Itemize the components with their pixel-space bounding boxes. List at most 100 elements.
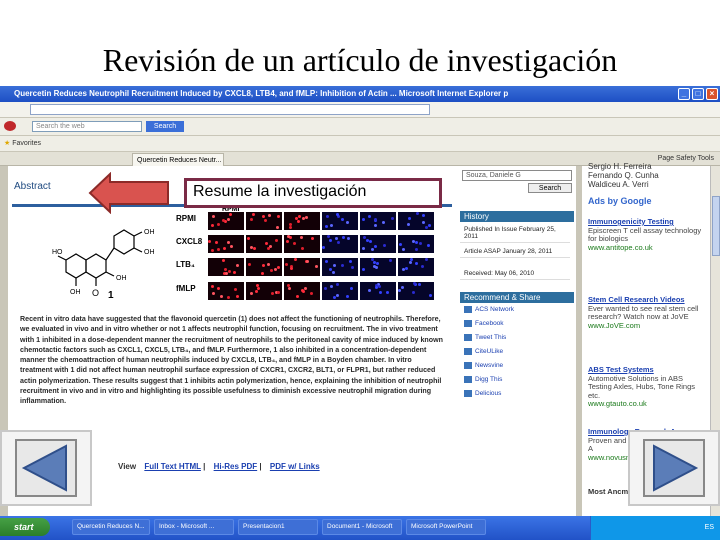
tab-article[interactable]: Quercetin Reduces Neutr... — [132, 153, 224, 166]
web-search-input[interactable]: Search the web — [31, 120, 142, 132]
micrograph — [360, 258, 396, 276]
ad-item[interactable]: Immunogenicity Testing Episcreen T cell … — [588, 217, 708, 252]
cell-dot — [398, 243, 402, 247]
minimize-icon[interactable]: _ — [678, 88, 690, 100]
cell-dot — [216, 248, 220, 252]
history-item: Article ASAP January 28, 2011 — [460, 246, 570, 258]
cell-dot — [260, 271, 264, 275]
share-link-label: Tweet This — [475, 334, 507, 342]
ad-item[interactable]: Stem Cell Research Videos Ever wanted to… — [588, 295, 708, 330]
share-link-label: Delicious — [475, 390, 502, 398]
author-name[interactable]: Fernando Q. Cunha — [588, 171, 708, 180]
pdf-links-link[interactable]: PDF w/ Links — [270, 462, 320, 471]
ad-url: www.JoVE.com — [588, 320, 641, 330]
cell-dot — [263, 218, 267, 222]
cell-dot — [382, 243, 386, 247]
search-toolbar: Search the web Search — [0, 118, 720, 136]
previous-slide-button[interactable] — [0, 430, 92, 506]
cell-dot — [223, 267, 227, 271]
cell-dot — [341, 217, 345, 221]
cell-dot — [367, 289, 371, 293]
cell-dot — [346, 221, 350, 225]
cell-dot — [246, 237, 250, 241]
taskbar-item[interactable]: Document1 - Microsoft — [322, 519, 402, 535]
taskbar-item[interactable]: Presentacion1 — [238, 519, 318, 535]
cell-dot — [249, 218, 253, 222]
cell-dot — [419, 241, 423, 245]
share-link-newsvine[interactable]: Newsvine — [464, 362, 503, 370]
share-link-citeulike[interactable]: CiteULike — [464, 348, 503, 356]
cell-dot — [346, 294, 350, 298]
close-icon[interactable]: × — [706, 88, 718, 100]
ad-body: Episcreen T cell assay technology for bi… — [588, 225, 702, 243]
share-link-digg[interactable]: Digg This — [464, 376, 502, 384]
cell-dot — [374, 265, 378, 269]
hi-res-pdf-link[interactable]: Hi-Res PDF — [214, 462, 258, 471]
micrograph — [322, 235, 358, 253]
favorites-bar: ★ Favorites — [0, 136, 720, 152]
history-heading: History — [460, 211, 574, 222]
micrograph — [360, 212, 396, 230]
cell-dot — [412, 282, 416, 286]
previous-triangle-icon — [15, 439, 77, 497]
share-link-facebook[interactable]: Facebook — [464, 320, 504, 328]
cell-dot — [361, 217, 365, 221]
author-list: Sergio H. Ferreira Fernando Q. Cunha Wal… — [588, 162, 708, 189]
web-search-button[interactable]: Search — [145, 120, 185, 132]
full-text-html-link[interactable]: Full Text HTML — [144, 462, 201, 471]
share-link-twitter[interactable]: Tweet This — [464, 334, 506, 342]
history-item: Published In Issue February 25, 2011 — [460, 224, 570, 243]
abstract-figure: O OH OH HO OH OH 1 RPMI RPMI CXCL8 LTB₄ … — [22, 206, 450, 308]
cell-dot — [229, 213, 233, 217]
cell-dot — [333, 263, 336, 267]
start-button[interactable]: start — [0, 518, 50, 536]
micrograph — [398, 258, 434, 276]
cell-dot — [233, 287, 237, 291]
ad-item[interactable]: ABS Test Systems Automotive Solutions in… — [588, 365, 708, 409]
taskbar-item[interactable]: Quercetin Reduces N... — [72, 519, 150, 535]
share-link-acs[interactable]: ACS Network — [464, 306, 514, 314]
author-search-input[interactable]: Souza, Daniele G — [462, 170, 572, 181]
cell-dot — [262, 264, 266, 268]
cell-dot — [274, 238, 278, 242]
cell-dot — [264, 241, 268, 245]
cell-dot — [298, 215, 302, 219]
next-slide-button[interactable] — [628, 430, 720, 506]
cell-dot — [210, 284, 214, 288]
taskbar-item[interactable]: Microsoft PowerPoint — [406, 519, 486, 535]
cell-dot — [287, 287, 291, 291]
taskbar-item[interactable]: Inbox - Microsoft ... — [154, 519, 234, 535]
author-search-button[interactable]: Search — [528, 183, 572, 193]
address-field[interactable] — [30, 103, 430, 115]
delicious-icon — [464, 390, 472, 397]
cell-dot — [411, 291, 415, 295]
ad-body: Automotive Solutions in ABS Testing Axle… — [588, 373, 696, 400]
cell-dot — [368, 215, 372, 219]
cell-dot — [288, 222, 292, 226]
author-name[interactable]: Waldiceu A. Verri — [588, 180, 708, 189]
cell-dot — [305, 215, 309, 219]
micrograph — [246, 212, 282, 230]
left-arrow-icon — [88, 172, 169, 214]
favorites-button[interactable]: Favorites — [12, 140, 41, 147]
maximize-icon[interactable]: □ — [692, 88, 704, 100]
share-link-label: ACS Network — [475, 306, 515, 314]
row-label: fMLP — [176, 284, 196, 293]
ads-by-label: Ads by Google — [588, 196, 652, 206]
micrograph-row — [208, 282, 434, 300]
compound-number: 1 — [108, 290, 114, 301]
micrograph — [284, 212, 320, 230]
cell-dot — [336, 294, 340, 298]
cell-dot — [214, 240, 218, 244]
cell-dot — [388, 259, 392, 263]
share-link-delicious[interactable]: Delicious — [464, 390, 501, 398]
scrollbar-thumb[interactable] — [712, 196, 720, 256]
cell-dot — [409, 261, 413, 265]
cell-dot — [405, 266, 409, 270]
ads-by-google: Ads by Google — [588, 196, 652, 206]
author-name[interactable]: Sergio H. Ferreira — [588, 162, 708, 171]
window-controls: _ □ × — [678, 88, 718, 100]
cell-dot — [417, 283, 421, 287]
cell-dot — [220, 295, 224, 299]
language-indicator[interactable]: ES — [705, 524, 714, 531]
